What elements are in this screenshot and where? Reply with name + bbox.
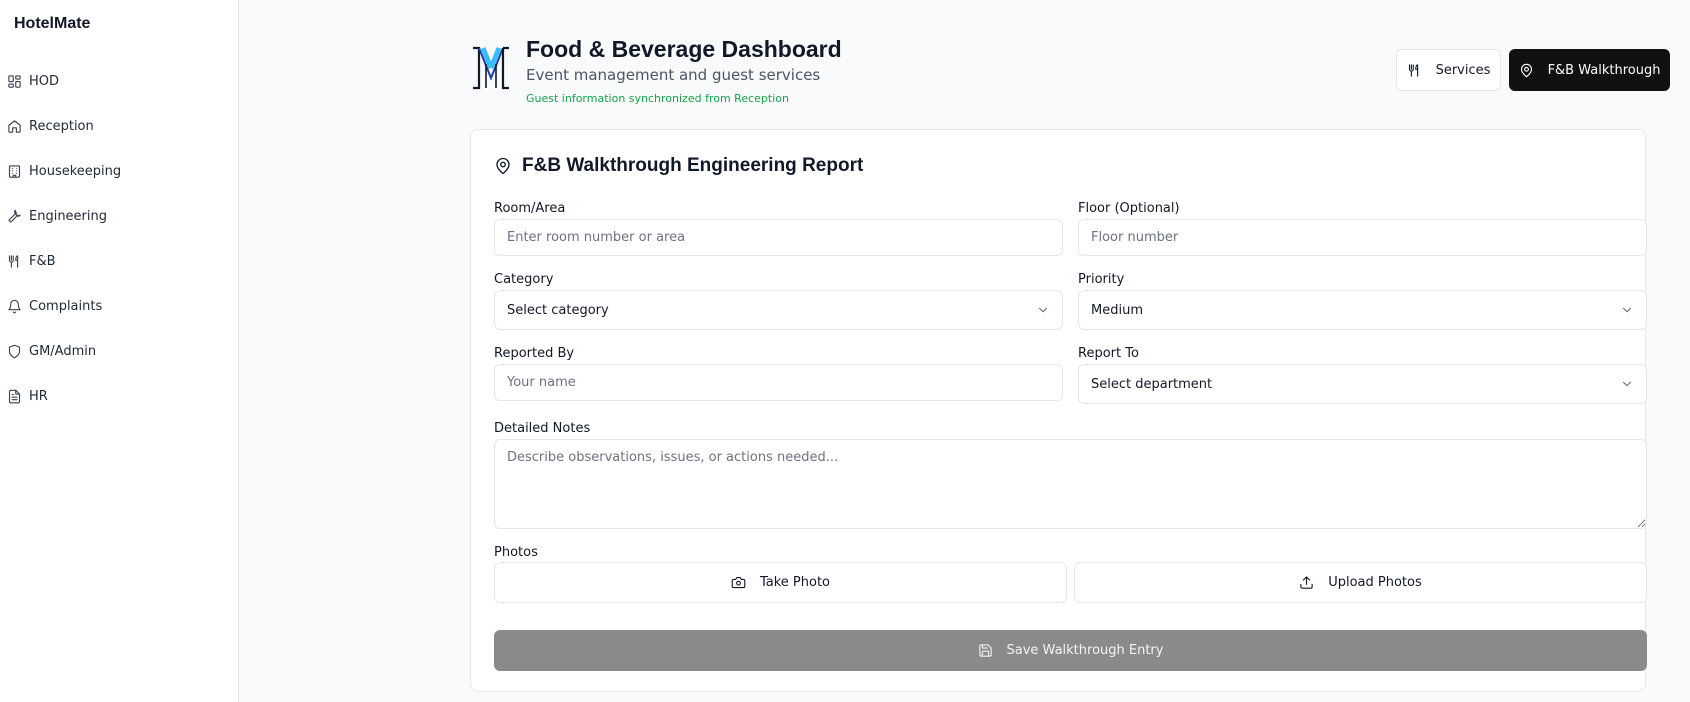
sync-status-note: Guest information synchronized from Rece… — [526, 92, 789, 105]
services-button[interactable]: Services — [1396, 49, 1501, 91]
page-subtitle: Event management and guest services — [526, 66, 821, 84]
floor-label: Floor (Optional) — [1078, 201, 1180, 216]
map-pin-icon — [496, 157, 510, 175]
walkthrough-report-card: F&B Walkthrough Engineering Report Room/… — [470, 129, 1647, 692]
save-walkthrough-button[interactable]: Save Walkthrough Entry — [494, 630, 1647, 671]
utensils-icon — [1408, 63, 1418, 77]
fb-walkthrough-button[interactable]: F&B Walkthrough — [1509, 49, 1670, 91]
card-title-text: F&B Walkthrough Engineering Report — [522, 155, 864, 176]
detailed-notes-label: Detailed Notes — [494, 421, 591, 436]
sidebar-item-fb[interactable]: F&B — [0, 239, 239, 284]
upload-icon — [1300, 576, 1313, 589]
priority-label: Priority — [1078, 272, 1125, 287]
building-icon — [7, 164, 22, 179]
fb-walkthrough-button-label: F&B Walkthrough — [1547, 62, 1661, 78]
utensils-icon — [7, 254, 22, 269]
sidebar-item-hr[interactable]: HR — [0, 374, 239, 419]
room-area-label: Room/Area — [494, 201, 566, 216]
floor-input[interactable] — [1078, 219, 1647, 256]
save-icon — [978, 644, 992, 657]
photos-label: Photos — [494, 545, 538, 560]
page-title: Food & Beverage Dashboard — [526, 36, 842, 62]
priority-select-value: Medium — [1091, 302, 1143, 318]
sidebar-item-label: Reception — [29, 119, 94, 134]
upload-photos-button[interactable]: Upload Photos — [1074, 562, 1647, 603]
document-icon — [7, 389, 22, 404]
sidebar-item-gm-admin[interactable]: GM/Admin — [0, 329, 239, 374]
map-pin-icon — [1520, 63, 1532, 77]
services-button-label: Services — [1435, 62, 1491, 78]
hotel-monogram-logo — [470, 44, 513, 92]
chevron-down-icon — [1622, 381, 1632, 387]
shield-icon — [7, 344, 22, 359]
card-title: F&B Walkthrough Engineering Report — [494, 155, 863, 177]
sidebar: HotelMate HOD Reception Housekeeping Eng… — [0, 0, 239, 702]
report-to-select[interactable]: Select department — [1078, 364, 1647, 404]
category-select[interactable]: Select category — [494, 290, 1063, 330]
take-photo-label: Take Photo — [759, 575, 831, 590]
sidebar-item-housekeeping[interactable]: Housekeeping — [0, 149, 239, 194]
brand-name: HotelMate — [14, 15, 91, 32]
detailed-notes-textarea[interactable] — [494, 439, 1647, 529]
take-photo-button[interactable]: Take Photo — [494, 562, 1067, 603]
category-label: Category — [494, 272, 554, 287]
sidebar-item-label: HR — [29, 389, 48, 404]
sidebar-item-hod[interactable]: HOD — [0, 59, 239, 104]
wrench-icon — [7, 209, 22, 224]
report-to-select-value: Select department — [1091, 376, 1213, 392]
home-icon — [7, 119, 22, 134]
room-area-input[interactable] — [494, 219, 1063, 256]
upload-photos-label: Upload Photos — [1328, 575, 1422, 590]
reported-by-input[interactable] — [494, 364, 1063, 401]
category-select-value: Select category — [507, 302, 609, 318]
sidebar-item-label: GM/Admin — [29, 344, 97, 359]
sidebar-nav: HOD Reception Housekeeping Engineering F… — [0, 59, 239, 419]
sidebar-item-complaints[interactable]: Complaints — [0, 284, 239, 329]
sidebar-item-reception[interactable]: Reception — [0, 104, 239, 149]
bell-icon — [7, 299, 22, 314]
sidebar-item-label: Engineering — [29, 209, 107, 224]
save-walkthrough-label: Save Walkthrough Entry — [1006, 643, 1164, 658]
priority-select[interactable]: Medium — [1078, 290, 1647, 330]
grid-icon — [7, 74, 22, 89]
camera-icon — [731, 576, 746, 589]
sidebar-item-engineering[interactable]: Engineering — [0, 194, 239, 239]
report-to-label: Report To — [1078, 346, 1139, 361]
chevron-down-icon — [1038, 307, 1048, 313]
sidebar-item-label: F&B — [29, 254, 56, 269]
sidebar-item-label: Housekeeping — [29, 164, 122, 179]
chevron-down-icon — [1622, 307, 1632, 313]
sidebar-item-label: HOD — [29, 74, 60, 89]
sidebar-item-label: Complaints — [29, 299, 103, 314]
reported-by-label: Reported By — [494, 346, 575, 361]
